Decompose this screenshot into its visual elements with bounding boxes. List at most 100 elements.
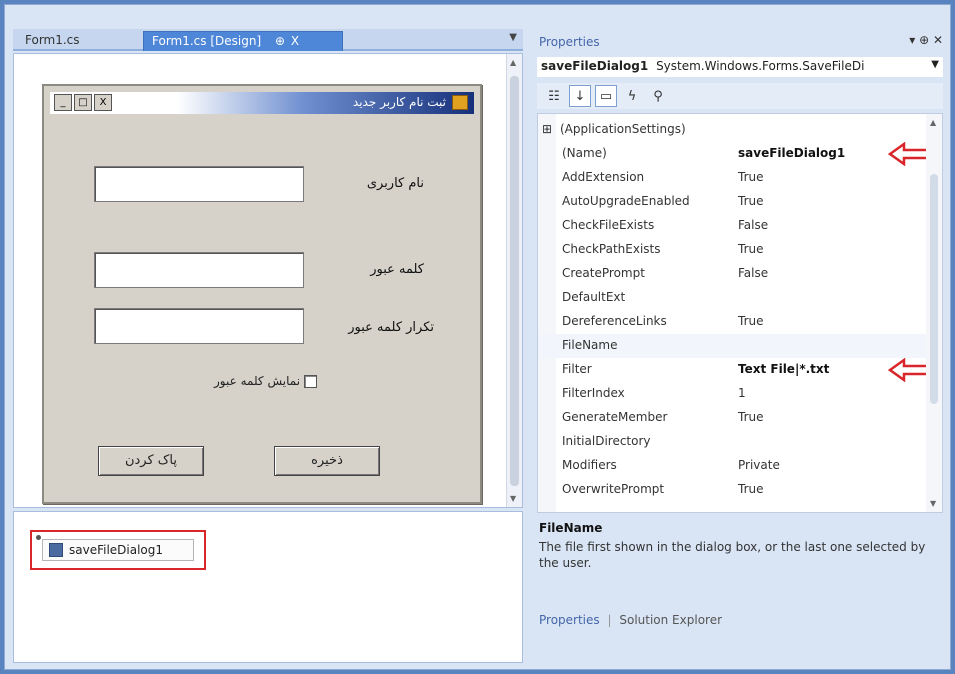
properties-pane: Properties ▾ ⊕ ✕ saveFileDialog1 System.… (533, 27, 947, 663)
property-name: OverwritePrompt (562, 482, 665, 496)
dialog-component-icon (49, 543, 63, 557)
tab-label: Form1.cs (25, 33, 80, 47)
property-name: CheckFileExists (562, 218, 655, 232)
object-selector[interactable]: saveFileDialog1 System.Windows.Forms.Sav… (537, 57, 943, 77)
property-name: DefaultExt (562, 290, 626, 304)
tab-form1-code[interactable]: Form1.cs (17, 31, 88, 51)
show-password-checkbox-row[interactable]: نمایش کلمه عبور (214, 374, 318, 388)
property-row[interactable]: GenerateMember True (538, 406, 928, 430)
close-icon[interactable]: X (291, 34, 299, 48)
component-tray: saveFileDialog1 (13, 511, 523, 663)
property-row[interactable]: CheckPathExists True (538, 238, 928, 262)
tab-properties[interactable]: Properties (539, 613, 600, 627)
scroll-down-icon[interactable]: ▼ (930, 499, 936, 508)
expand-icon[interactable]: ⊞ (542, 122, 552, 136)
property-value[interactable]: True (738, 410, 764, 424)
property-value[interactable]: Private (738, 458, 780, 472)
username-label: نام کاربری (366, 176, 424, 191)
property-pages-icon[interactable]: ⚲ (647, 85, 669, 107)
property-description: FileName The file first shown in the dia… (539, 521, 939, 571)
close-button[interactable]: X (94, 94, 112, 111)
selection-handle-icon (36, 535, 41, 540)
property-grid-scrollbar[interactable]: ▲ ▼ (926, 114, 942, 512)
property-name: DereferenceLinks (562, 314, 667, 328)
document-tabstrip: Form1.cs Form1.cs [Design] ⊕ X ▼ (13, 29, 523, 51)
property-grid: ⊞ (ApplicationSettings) (Name) saveFileDia… (537, 113, 943, 513)
property-row[interactable]: Filter Text File|*.txt (538, 358, 936, 382)
confirm-password-label: تکرار کلمه عبور (348, 320, 434, 335)
password-label: کلمه عبور (370, 262, 424, 277)
property-name: InitialDirectory (562, 434, 651, 448)
bottom-tabs: Properties | Solution Explorer (539, 613, 722, 627)
property-value[interactable]: True (738, 242, 764, 256)
scroll-down-icon[interactable]: ▼ (510, 494, 516, 503)
designer-scrollbar[interactable]: ▲ ▼ (506, 54, 522, 507)
description-text: The file first shown in the dialog box, … (539, 540, 926, 570)
scrollbar-thumb[interactable] (510, 76, 519, 486)
property-row[interactable]: FilterIndex 1 (538, 382, 928, 406)
properties-toolbar: ☷ ↓ ▭ ϟ ⚲ (537, 83, 943, 109)
component-label: saveFileDialog1 (69, 543, 164, 557)
property-name: Modifiers (562, 458, 617, 472)
property-row[interactable]: FileName (538, 334, 928, 358)
show-password-checkbox[interactable] (304, 374, 318, 388)
pane-controls[interactable]: ▾ ⊕ ✕ (909, 33, 943, 47)
property-name: FileName (562, 338, 618, 352)
properties-title: Properties (539, 35, 600, 49)
property-value[interactable]: True (738, 314, 764, 328)
property-value[interactable]: saveFileDialog1 (738, 146, 845, 160)
property-category-row[interactable]: ⊞ (ApplicationSettings) (538, 118, 928, 142)
scroll-up-icon[interactable]: ▲ (510, 58, 516, 67)
savefiledialog-component[interactable]: saveFileDialog1 (30, 530, 206, 570)
property-row[interactable]: CreatePrompt False (538, 262, 928, 286)
tab-solution-explorer[interactable]: Solution Explorer (619, 613, 722, 627)
property-value[interactable]: True (738, 194, 764, 208)
property-value[interactable]: 1 (738, 386, 746, 400)
minimize-button[interactable]: _ (54, 94, 72, 111)
property-row[interactable]: (Name) saveFileDialog1 (538, 142, 936, 166)
alphabetical-icon[interactable]: ↓ (569, 85, 591, 107)
properties-view-icon[interactable]: ▭ (595, 85, 617, 107)
confirm-password-textbox[interactable] (94, 308, 304, 344)
events-lightning-icon[interactable]: ϟ (621, 85, 643, 107)
property-row[interactable]: DereferenceLinks True (538, 310, 928, 334)
property-name: FilterIndex (562, 386, 625, 400)
property-value[interactable]: True (738, 170, 764, 184)
property-row[interactable]: AutoUpgradeEnabled True (538, 190, 928, 214)
property-value[interactable]: True (738, 482, 764, 496)
design-surface: _ □ X ثبت نام کاربر جدید نام کاربری کلمه… (13, 53, 523, 508)
description-title: FileName (539, 521, 603, 535)
tab-list-dropdown-icon[interactable]: ▼ (509, 32, 517, 43)
property-value[interactable]: Text File|*.txt (738, 362, 829, 376)
pin-icon[interactable]: ⊕ (275, 34, 285, 48)
property-name: AutoUpgradeEnabled (562, 194, 690, 208)
save-button[interactable]: ذخیره (274, 446, 380, 476)
property-value[interactable]: False (738, 218, 768, 232)
property-row[interactable]: AddExtension True (538, 166, 928, 190)
password-textbox[interactable] (94, 252, 304, 288)
username-textbox[interactable] (94, 166, 304, 202)
property-name: CheckPathExists (562, 242, 661, 256)
scrollbar-thumb[interactable] (930, 174, 938, 404)
property-row[interactable]: CheckFileExists False (538, 214, 928, 238)
property-row[interactable]: DefaultExt (538, 286, 928, 310)
clear-button[interactable]: پاک کردن (98, 446, 204, 476)
tab-label: Form1.cs [Design] (152, 34, 262, 48)
tab-form1-design[interactable]: Form1.cs [Design] ⊕ X (143, 31, 343, 51)
scroll-up-icon[interactable]: ▲ (930, 118, 936, 127)
property-row[interactable]: Modifiers Private (538, 454, 928, 478)
component-chip[interactable]: saveFileDialog1 (42, 539, 194, 561)
object-name: saveFileDialog1 (541, 59, 649, 73)
form-window[interactable]: _ □ X ثبت نام کاربر جدید نام کاربری کلمه… (42, 84, 482, 504)
chevron-down-icon[interactable]: ▼ (931, 59, 939, 70)
property-value[interactable]: False (738, 266, 768, 280)
property-name: CreatePrompt (562, 266, 645, 280)
property-row[interactable]: InitialDirectory (538, 430, 928, 454)
categorized-icon[interactable]: ☷ (543, 85, 565, 107)
show-password-label: نمایش کلمه عبور (214, 374, 301, 388)
maximize-button[interactable]: □ (74, 94, 92, 111)
property-row[interactable]: OverwritePrompt True (538, 478, 928, 502)
form-icon (452, 95, 468, 110)
property-name: Filter (562, 362, 592, 376)
object-type: System.Windows.Forms.SaveFileDi (656, 59, 865, 73)
